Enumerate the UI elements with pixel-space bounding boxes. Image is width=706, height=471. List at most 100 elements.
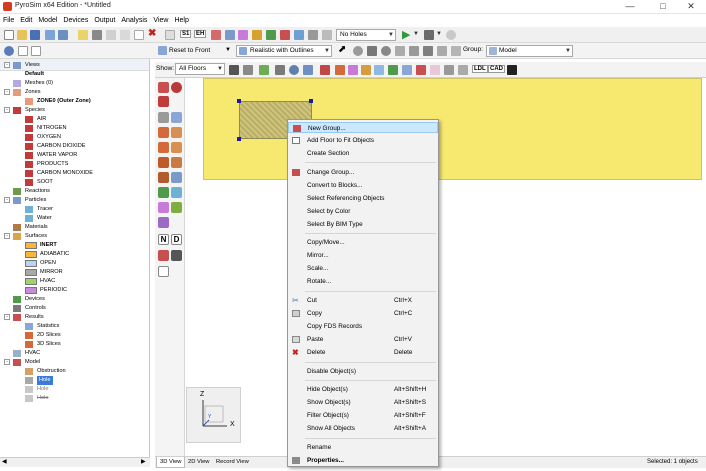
sprinkler-icon[interactable] xyxy=(171,202,182,213)
menu-select-by-color[interactable]: Select by Color xyxy=(288,206,438,217)
room-icon[interactable] xyxy=(171,142,182,153)
selection-handle[interactable] xyxy=(309,99,313,103)
menu-rotate[interactable]: Rotate... xyxy=(288,276,438,287)
slab-icon[interactable] xyxy=(158,127,169,138)
eh-button[interactable]: EH xyxy=(194,30,207,38)
merge-tool-icon[interactable] xyxy=(322,30,332,40)
north-icon[interactable]: N xyxy=(158,234,169,245)
show-holes-icon[interactable] xyxy=(348,65,358,75)
mesh-icon[interactable] xyxy=(158,112,169,123)
navigation-icon[interactable] xyxy=(4,46,14,56)
dimension-icon[interactable]: D xyxy=(171,234,182,245)
menu-show-all[interactable]: Show All Objects Alt+Shift+A xyxy=(288,423,438,434)
menu-model[interactable]: Model xyxy=(35,14,60,27)
show-mesh-icon[interactable] xyxy=(289,65,299,75)
mesh-split-icon[interactable] xyxy=(171,112,182,123)
tree-panel-icon[interactable] xyxy=(18,46,28,56)
menu-output[interactable]: Output xyxy=(91,14,118,27)
roam-icon[interactable] xyxy=(423,46,433,56)
fire-source-icon[interactable] xyxy=(158,82,169,93)
maximize-button[interactable]: □ xyxy=(648,0,678,14)
show-initial-icon[interactable] xyxy=(430,65,440,75)
hole-icon[interactable] xyxy=(158,202,169,213)
selection-handle[interactable] xyxy=(237,99,241,103)
menu-show[interactable]: Show Object(s) Alt+Shift+S xyxy=(288,397,438,408)
slice-tool-icon[interactable] xyxy=(294,30,304,40)
split-tool-icon[interactable] xyxy=(308,30,318,40)
zoom-icon[interactable] xyxy=(381,46,391,56)
view-bg-icon[interactable] xyxy=(259,65,269,75)
floors-combo[interactable]: All Floors ▼ xyxy=(175,63,225,75)
run-dialog-icon[interactable] xyxy=(165,30,175,40)
render-mode-combo[interactable]: Realistic with Outlines ▼ xyxy=(236,45,332,57)
delete-icon[interactable]: ✖ xyxy=(148,28,156,39)
paste-special-icon[interactable] xyxy=(134,30,144,40)
eyedropper-icon[interactable] xyxy=(171,250,182,261)
burner-icon[interactable] xyxy=(171,82,182,93)
menu-scale[interactable]: Scale... xyxy=(288,263,438,274)
camera-icon[interactable] xyxy=(507,65,517,75)
menu-file[interactable]: File xyxy=(0,14,17,27)
mesh-tool-icon[interactable] xyxy=(225,30,235,40)
vent-icon[interactable] xyxy=(158,187,169,198)
new-file-icon[interactable] xyxy=(4,30,14,40)
pan-icon[interactable] xyxy=(367,46,377,56)
tab-record-view[interactable]: Record View xyxy=(213,457,252,468)
menu-filter[interactable]: Filter Object(s) Alt+Shift+F xyxy=(288,410,438,421)
zoom-box-icon[interactable] xyxy=(395,46,405,56)
ldl-button[interactable]: LDL xyxy=(472,65,488,73)
show-groups-icon[interactable] xyxy=(458,65,468,75)
menu-new-group[interactable]: New Group... xyxy=(288,122,438,133)
show-particles-icon[interactable] xyxy=(402,65,412,75)
floor-grid-icon[interactable] xyxy=(229,65,239,75)
heat-icon[interactable] xyxy=(158,96,169,107)
selection-handle[interactable] xyxy=(237,137,241,141)
obstruction-tool-icon[interactable] xyxy=(211,30,221,40)
minimize-button[interactable]: — xyxy=(615,0,645,14)
orbit-icon[interactable] xyxy=(353,46,363,56)
select-cursor-icon[interactable]: ⬈ xyxy=(338,44,346,55)
menu-copy-move[interactable]: Copy/Move... xyxy=(288,237,438,248)
floor-list-icon[interactable] xyxy=(243,65,253,75)
menu-properties[interactable]: Properties... xyxy=(288,455,438,466)
holes-combo[interactable]: No Holes ▼ xyxy=(336,29,396,41)
find-icon[interactable] xyxy=(78,30,88,40)
block-icon[interactable] xyxy=(158,142,169,153)
hole-tool-icon[interactable] xyxy=(238,30,248,40)
menu-analysis[interactable]: Analysis xyxy=(118,14,150,27)
tab-3d-view[interactable]: 3D View xyxy=(156,457,186,468)
menu-disable[interactable]: Disable Object(s) xyxy=(288,366,438,377)
tab-2d-view[interactable]: 2D View xyxy=(185,457,212,468)
save-icon[interactable] xyxy=(30,30,40,40)
scroll-right-icon[interactable]: ▶ xyxy=(141,458,146,465)
split-panel-icon[interactable] xyxy=(31,46,41,56)
menu-rename[interactable]: Rename xyxy=(288,442,438,453)
menu-copy[interactable]: Copy Ctrl+C xyxy=(288,308,438,319)
s1-button[interactable]: S1 xyxy=(180,30,192,38)
menu-create-section[interactable]: Create Section xyxy=(288,148,438,159)
copy-icon[interactable] xyxy=(106,30,116,40)
show-devices-icon[interactable] xyxy=(388,65,398,75)
measure-icon[interactable] xyxy=(437,46,447,56)
polygon-icon[interactable] xyxy=(158,172,169,183)
wall-icon[interactable] xyxy=(171,127,182,138)
menu-copy-fds[interactable]: Copy FDS Records xyxy=(288,321,438,332)
display-icon[interactable] xyxy=(275,65,285,75)
run-dropdown-icon[interactable]: ▼ xyxy=(413,31,419,37)
scroll-left-icon[interactable]: ◀ xyxy=(2,458,7,465)
device-tool-icon[interactable] xyxy=(266,30,276,40)
paste-icon[interactable] xyxy=(120,30,130,40)
ramp-icon[interactable] xyxy=(171,157,182,168)
tree-scrollbar[interactable]: ◀ ▶ xyxy=(0,457,150,467)
show-slices-icon[interactable] xyxy=(374,65,384,75)
group-combo[interactable]: Model ▼ xyxy=(486,45,573,57)
cut-icon[interactable] xyxy=(92,30,102,40)
show-hvac-icon[interactable] xyxy=(416,65,426,75)
stop-icon[interactable] xyxy=(424,30,434,40)
open-folder-icon[interactable] xyxy=(17,30,27,40)
menu-change-group[interactable]: Change Group... xyxy=(288,167,438,178)
fire-results-icon[interactable] xyxy=(446,30,456,40)
menu-help[interactable]: Help xyxy=(171,14,191,27)
paint-icon[interactable] xyxy=(158,250,169,261)
menu-view[interactable]: View xyxy=(150,14,171,27)
